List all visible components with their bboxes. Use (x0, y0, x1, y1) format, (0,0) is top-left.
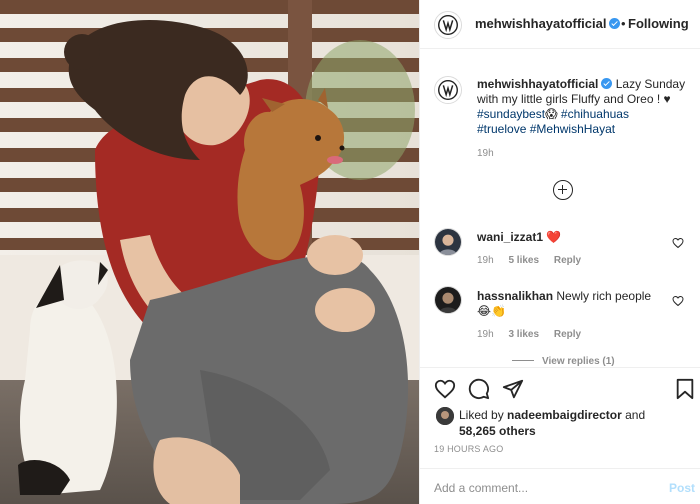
hashtag-link[interactable]: #truelove (477, 122, 526, 136)
comment-likes[interactable]: 3 likes (508, 329, 539, 340)
commenter-avatar[interactable] (434, 228, 462, 256)
comment-input[interactable] (434, 479, 644, 497)
caption-username[interactable]: mehwishhayatofficial (477, 77, 598, 91)
likes-and: and (625, 408, 646, 422)
comment-emoji: 😂👏 (477, 304, 506, 318)
comment-text: Newly rich people (556, 289, 652, 303)
reply-button[interactable]: Reply (554, 329, 581, 340)
post-timestamp[interactable]: 19 HOURS AGO (434, 444, 503, 454)
comment-icon[interactable] (468, 378, 490, 400)
liker-avatar[interactable] (436, 407, 454, 425)
comment-meta: 19h 5 likes Reply (477, 255, 593, 266)
heart-icon[interactable] (672, 236, 684, 249)
hashtag-link[interactable]: #chihuahuas (561, 107, 629, 121)
reply-button[interactable]: Reply (554, 255, 581, 266)
following-button[interactable]: Following (628, 16, 689, 31)
verified-badge-icon (609, 18, 621, 29)
post-comment-button[interactable]: Post (669, 481, 695, 495)
likes-count[interactable]: 58,265 others (459, 424, 536, 438)
woman-with-chihuahuas-image (0, 0, 419, 504)
comment-username[interactable]: hassnalikhan (477, 289, 553, 303)
comments-list[interactable]: mehwishhayatofficial Lazy Sunday with my… (420, 50, 700, 367)
commenter-avatar-image (435, 229, 461, 255)
likes-prefix: Liked by (459, 408, 504, 422)
comment-item: hassnalikhan Newly rich people 😂👏 (477, 289, 667, 319)
post-side-panel: mehwishhayatofficial • Following mehwish… (419, 0, 700, 504)
post-photo[interactable] (0, 0, 419, 504)
post-caption: mehwishhayatofficial Lazy Sunday with my… (477, 77, 689, 137)
comment-item: wani_izzat1 ❤️ (477, 230, 667, 245)
comment-time[interactable]: 19h (477, 329, 494, 340)
author-username-text: mehwishhayatofficial (475, 16, 607, 31)
plus-circle-icon[interactable] (553, 180, 573, 200)
post-header: mehwishhayatofficial • Following (420, 0, 700, 49)
liker-username[interactable]: nadeembaigdirector (507, 408, 622, 422)
author-username[interactable]: mehwishhayatofficial (475, 16, 621, 31)
hashtag-link[interactable]: #sundaybest (477, 107, 545, 121)
comment-composer: Post (420, 468, 700, 504)
comment-meta: 19h 3 likes Reply (477, 329, 593, 340)
view-replies-link[interactable]: View replies (1) (512, 356, 615, 367)
author-avatar[interactable] (434, 11, 462, 39)
post-actions (420, 367, 700, 409)
author-avatar-image (435, 12, 461, 38)
comment-username[interactable]: wani_izzat1 (477, 230, 543, 244)
likes-summary: Liked by nadeembaigdirector and 58,265 o… (459, 407, 687, 439)
share-icon[interactable] (502, 378, 524, 400)
heart-icon[interactable] (434, 378, 456, 400)
hashtag-link[interactable]: #MehwishHayat (530, 122, 615, 136)
comment-emoji: ❤️ (546, 230, 562, 244)
commenter-avatar-image (435, 287, 461, 313)
caption-author-avatar-image (435, 77, 461, 103)
bookmark-icon[interactable] (674, 378, 696, 400)
verified-badge-icon (601, 78, 613, 89)
caption-timestamp[interactable]: 19h (477, 148, 494, 159)
caption-author-avatar[interactable] (434, 76, 462, 104)
comment-likes[interactable]: 5 likes (508, 255, 539, 266)
follow-separator: • (621, 16, 626, 31)
commenter-avatar[interactable] (434, 286, 462, 314)
heart-icon[interactable] (672, 294, 684, 307)
caption-emoji: 😱 (545, 107, 558, 121)
comment-time[interactable]: 19h (477, 255, 494, 266)
